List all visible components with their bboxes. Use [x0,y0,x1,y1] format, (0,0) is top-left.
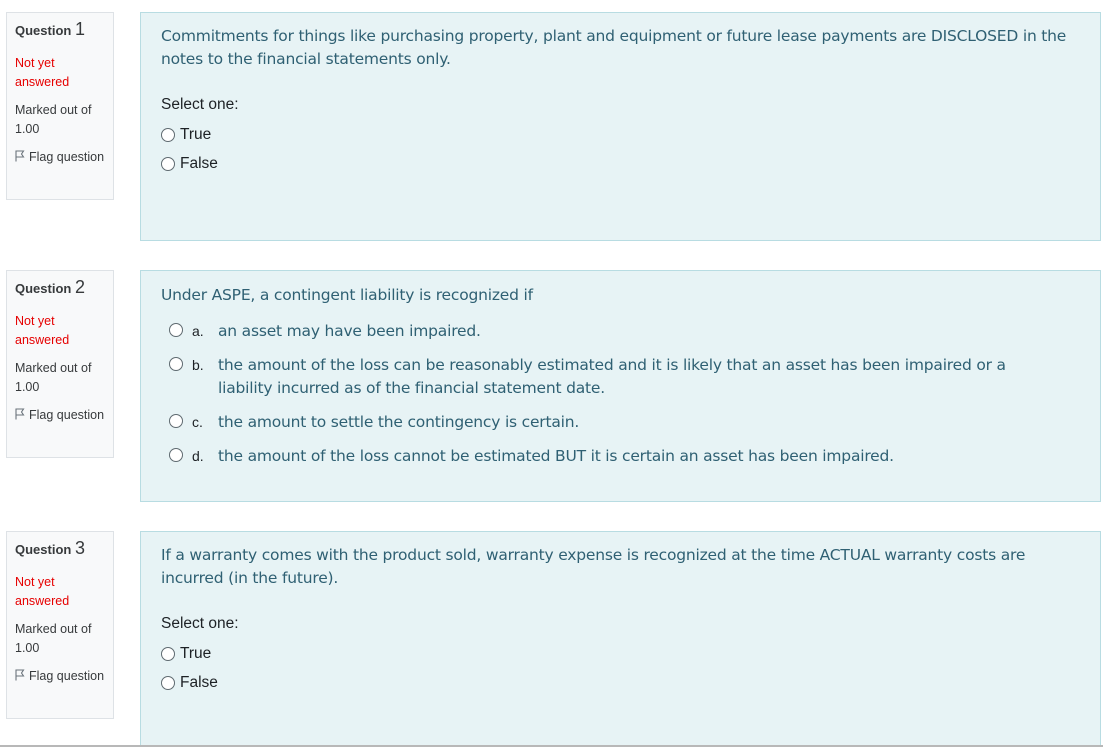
option-letter: c. [192,414,203,430]
option-d[interactable]: d. the amount of the loss cannot be esti… [161,445,1080,468]
flag-label: Flag question [29,408,105,422]
flag-question-link[interactable]: Flag question [15,667,105,686]
option-text: the amount of the loss cannot be estimat… [218,447,894,465]
option-a[interactable]: a. an asset may have been impaired. [161,320,1080,343]
question-number: Question 1 [15,20,105,40]
question-grade: Marked out of 1.00 [15,622,92,655]
option-label: False [180,155,218,172]
flag-question-link[interactable]: Flag question [15,148,105,167]
question-label: Question [15,542,72,557]
question-content: If a warranty comes with the product sol… [140,531,1101,747]
flag-label: Flag question [29,150,105,164]
option-text: the amount of the loss can be reasonably… [218,356,1006,397]
question-label: Question [15,23,72,38]
question-info: Question 3 Not yet answered Marked out o… [6,531,114,719]
option-true[interactable]: True [161,645,1080,663]
question-state: Not yet answered [15,314,70,347]
page-bottom-divider [0,745,1103,747]
option-label: True [180,645,212,662]
flag-question-link[interactable]: Flag question [15,406,105,425]
question-text: If a warranty comes with the product sol… [161,546,1026,587]
radio-button[interactable] [169,323,183,337]
select-one-prompt: Select one: [161,615,239,632]
select-one-prompt: Select one: [161,96,239,113]
option-label: True [180,126,212,143]
question-grade: Marked out of 1.00 [15,361,92,394]
question-content: Commitments for things like purchasing p… [140,12,1101,241]
question-content: Under ASPE, a contingent liability is re… [140,270,1101,502]
flag-icon [15,150,25,162]
question-text: Commitments for things like purchasing p… [161,27,1067,68]
flag-label: Flag question [29,669,105,683]
flag-icon [15,408,25,420]
quiz-page: Question 1 Not yet answered Marked out o… [0,0,1103,749]
option-letter: b. [192,357,204,373]
radio-button[interactable] [169,414,183,428]
question-info: Question 1 Not yet answered Marked out o… [6,12,114,200]
option-label: False [180,674,218,691]
option-c[interactable]: c. the amount to settle the contingency … [161,411,1080,434]
question-info: Question 2 Not yet answered Marked out o… [6,270,114,458]
option-text: an asset may have been impaired. [218,322,481,340]
question-grade: Marked out of 1.00 [15,103,92,136]
option-b[interactable]: b. the amount of the loss can be reasona… [161,354,1080,400]
radio-button[interactable] [161,128,175,142]
option-letter: d. [192,448,204,464]
question-state: Not yet answered [15,575,70,608]
option-letter: a. [192,323,204,339]
question-number-value: 2 [74,277,85,297]
radio-button[interactable] [161,676,175,690]
question-text: Under ASPE, a contingent liability is re… [161,286,533,304]
question-number: Question 3 [15,539,105,559]
question-number-value: 3 [74,538,85,558]
question-number: Question 2 [15,278,105,298]
flag-icon [15,669,25,681]
radio-button[interactable] [161,647,175,661]
option-false[interactable]: False [161,155,1080,173]
question-label: Question [15,281,72,296]
option-true[interactable]: True [161,126,1080,144]
radio-button[interactable] [169,357,183,371]
radio-button[interactable] [169,448,183,462]
answer-options: a. an asset may have been impaired. b. t… [161,320,1080,468]
option-false[interactable]: False [161,674,1080,692]
radio-button[interactable] [161,157,175,171]
option-text: the amount to settle the contingency is … [218,413,580,431]
question-number-value: 1 [74,19,85,39]
question-state: Not yet answered [15,56,70,89]
